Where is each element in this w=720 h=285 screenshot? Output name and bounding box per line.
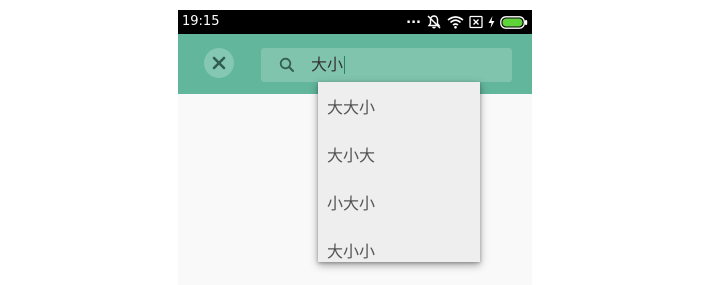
close-button[interactable] [204,48,234,78]
suggestion-label: 大小小 [327,242,376,261]
suggestion-label: 大小大 [327,146,376,165]
charging-icon [488,16,495,28]
text-caret [344,56,346,74]
battery-icon [500,15,528,29]
search-box[interactable]: 大小 [261,48,512,82]
more-dots-icon: ... [406,12,421,27]
status-time: 19:15 [182,14,220,29]
mute-icon [426,14,442,30]
status-icons: ... [406,13,528,31]
suggestion-item[interactable]: 小大小 [318,178,480,226]
status-bar: 19:15 ... [178,10,532,34]
search-icon [279,57,294,72]
phone-screen: 19:15 ... 大小 大大小 大小大 小大小 大小小 [178,10,532,285]
sim-icon [469,15,483,29]
close-icon [212,56,226,70]
search-input[interactable]: 大小 [311,55,346,74]
search-input-value: 大小 [311,55,344,74]
suggestion-label: 小大小 [327,194,376,213]
suggestion-label: 大大小 [327,98,376,117]
wifi-icon [447,15,464,29]
suggestion-item[interactable]: 大小大 [318,130,480,178]
suggestion-item[interactable]: 大小小 [318,226,480,262]
suggestion-dropdown: 大大小 大小大 小大小 大小小 [318,82,480,262]
suggestion-item[interactable]: 大大小 [318,82,480,130]
